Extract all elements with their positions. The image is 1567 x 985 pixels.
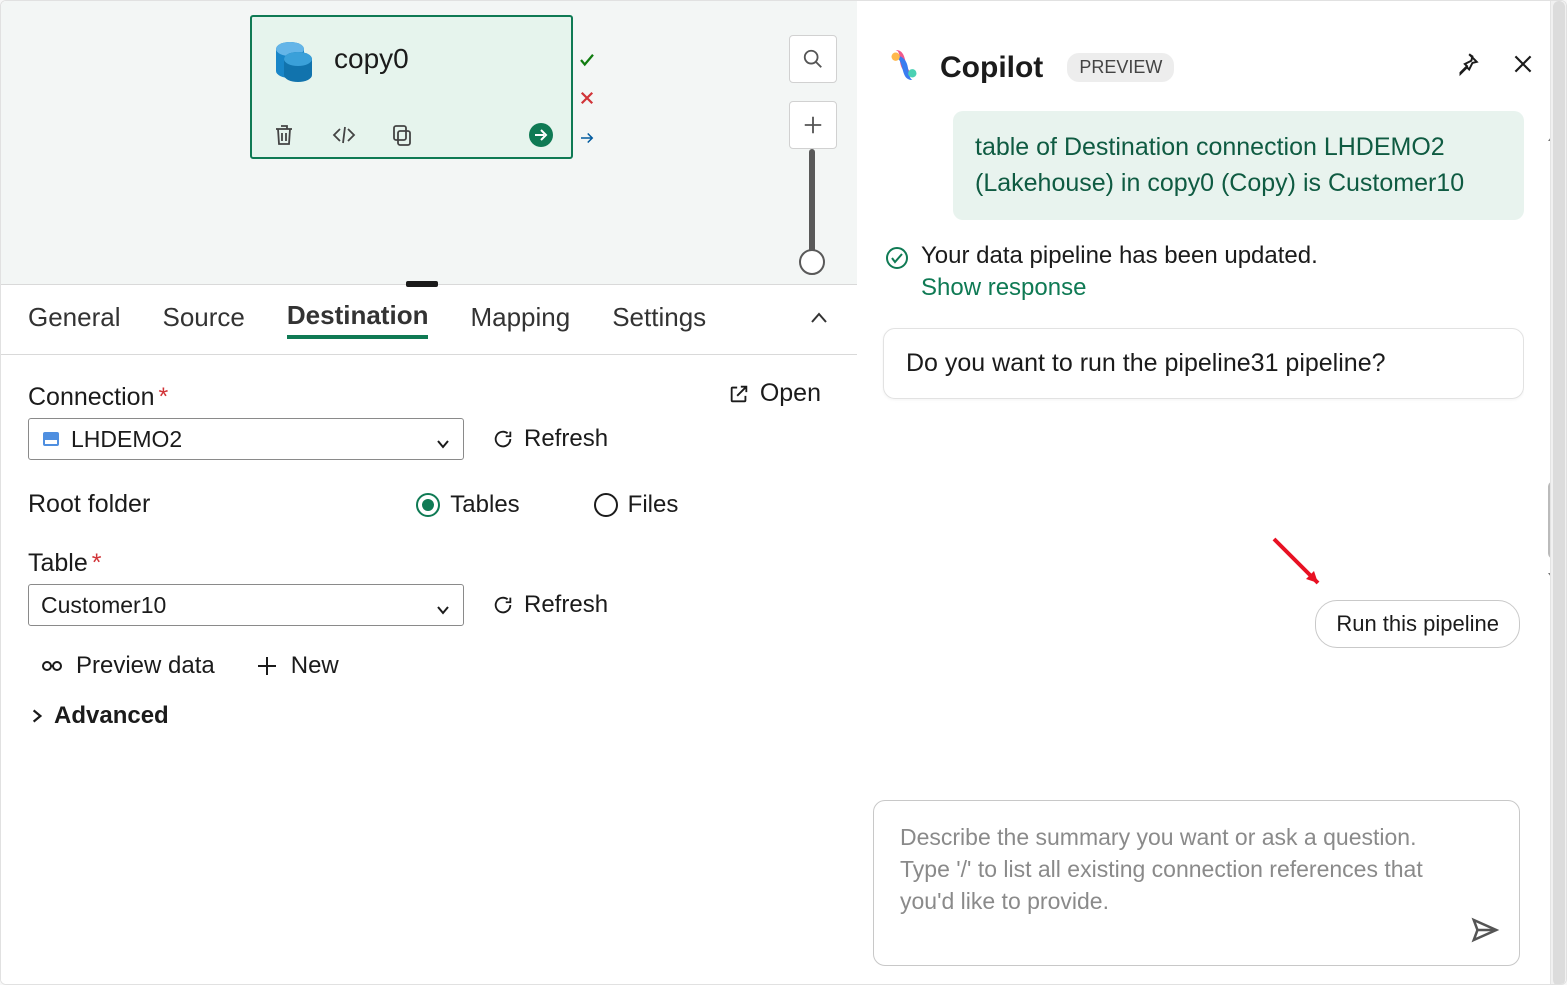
show-response-link[interactable]: Show response (921, 274, 1318, 302)
pin-panel-button[interactable] (1454, 51, 1480, 82)
open-connection-label: Open (760, 379, 821, 408)
chevron-down-icon (435, 431, 451, 458)
connection-select-value: LHDEMO2 (71, 426, 182, 453)
new-table-button[interactable]: New (255, 652, 339, 680)
copilot-chat-scroll[interactable]: table of Destination connection LHDEMO2 … (869, 111, 1524, 831)
tab-mapping[interactable]: Mapping (470, 302, 570, 337)
send-message-button[interactable] (1470, 915, 1500, 950)
table-select[interactable]: Customer10 (28, 584, 464, 626)
on-fail-port[interactable] (578, 89, 596, 107)
activity-node-copy[interactable]: copy0 (250, 15, 573, 159)
zoom-slider-handle[interactable] (799, 249, 825, 275)
preview-data-button[interactable]: Preview data (40, 652, 215, 680)
collapse-details-button[interactable] (807, 307, 831, 338)
tab-settings[interactable]: Settings (612, 302, 706, 337)
canvas-search-button[interactable] (789, 35, 837, 83)
activity-proceed-button[interactable] (527, 121, 555, 149)
run-pipeline-suggestion-button[interactable]: Run this pipeline (1315, 600, 1520, 648)
delete-activity-button[interactable] (270, 121, 298, 149)
details-tabs: General Source Destination Mapping Setti… (1, 285, 859, 355)
table-field-label: Table* (28, 549, 832, 578)
open-connection-link[interactable]: Open (728, 379, 821, 408)
root-folder-radio-files[interactable]: Files (594, 491, 679, 519)
root-folder-label: Root folder (28, 490, 150, 519)
chat-status-row: Your data pipeline has been updated. Sho… (885, 242, 1524, 302)
connection-field-label: Connection* (28, 383, 832, 412)
close-panel-button[interactable] (1510, 51, 1536, 82)
new-table-label: New (291, 652, 339, 680)
tab-general[interactable]: General (28, 302, 121, 337)
chevron-down-icon (435, 597, 451, 624)
chat-status-text: Your data pipeline has been updated. (921, 242, 1318, 269)
lakehouse-icon (41, 429, 61, 449)
on-skip-port[interactable] (578, 129, 596, 147)
refresh-label: Refresh (524, 425, 608, 453)
copilot-title: Copilot (940, 51, 1043, 85)
chat-assistant-question: Do you want to run the pipeline31 pipeli… (883, 328, 1524, 399)
copilot-input[interactable]: Describe the summary you want or ask a q… (873, 800, 1520, 966)
on-success-port[interactable] (578, 51, 596, 69)
database-icon (268, 37, 316, 85)
pipeline-canvas[interactable]: copy0 (1, 1, 859, 284)
tab-destination[interactable]: Destination (287, 300, 429, 339)
advanced-section-toggle[interactable]: Advanced (28, 702, 832, 730)
preview-data-label: Preview data (76, 652, 215, 680)
advanced-label: Advanced (54, 702, 169, 730)
view-code-button[interactable] (330, 121, 358, 149)
zoom-slider-rail[interactable] (809, 149, 815, 261)
clone-activity-button[interactable] (388, 121, 416, 149)
connection-refresh-button[interactable]: Refresh (492, 425, 608, 453)
canvas-add-button[interactable] (789, 101, 837, 149)
copilot-logo-icon (884, 45, 924, 90)
refresh-label: Refresh (524, 591, 608, 619)
activity-node-title: copy0 (334, 43, 409, 75)
chat-assistant-message: table of Destination connection LHDEMO2 … (953, 111, 1524, 220)
preview-badge: PREVIEW (1067, 53, 1174, 82)
tab-source[interactable]: Source (163, 302, 245, 337)
table-refresh-button[interactable]: Refresh (492, 591, 608, 619)
table-select-value: Customer10 (41, 592, 166, 619)
page-scrollbar[interactable] (1550, 1, 1566, 985)
root-folder-radio-tables[interactable]: Tables (416, 491, 519, 519)
connection-select[interactable]: LHDEMO2 (28, 418, 464, 460)
